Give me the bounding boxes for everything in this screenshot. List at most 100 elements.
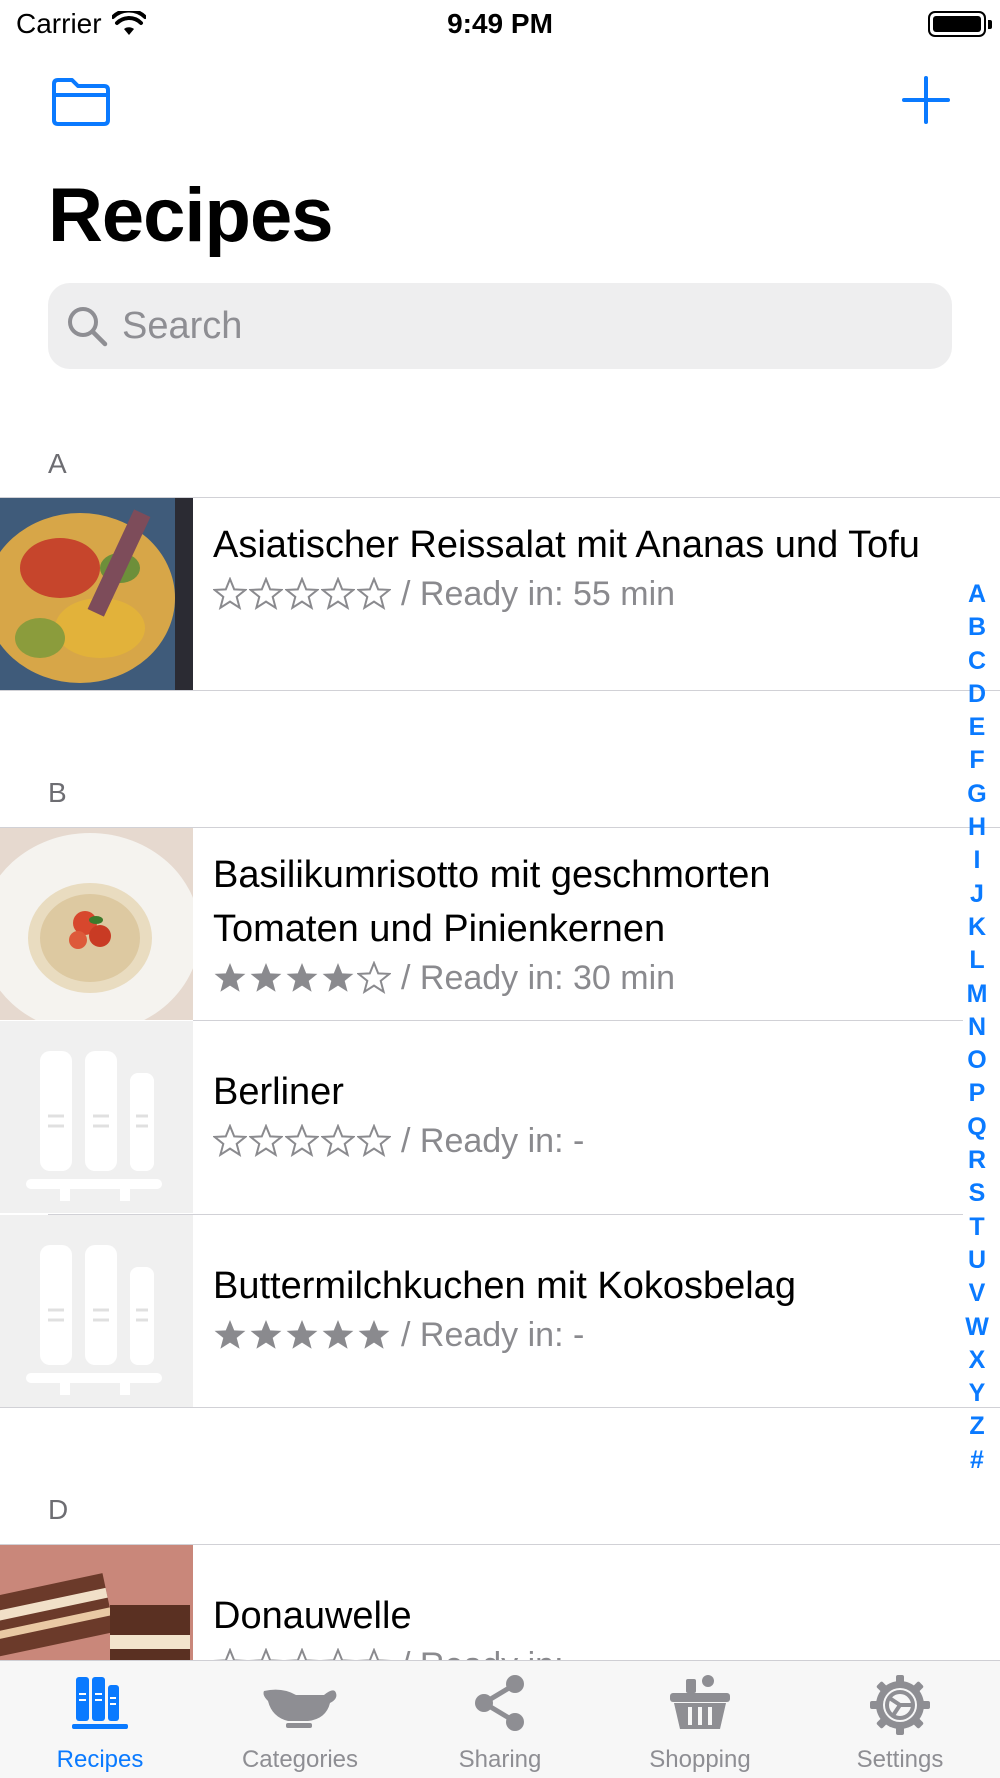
index-letter[interactable]: J	[970, 878, 984, 911]
star-filled-icon	[214, 963, 246, 992]
tab-bar: Recipes Categories Sharing Shopping Sett…	[0, 1660, 1000, 1778]
star-outline-icon	[357, 577, 391, 611]
search-placeholder: Search	[122, 304, 243, 347]
index-letter[interactable]: U	[968, 1244, 986, 1277]
recipe-row-buttermilchkuchen[interactable]: Buttermilchkuchen mit Kokosbelag / Ready…	[0, 1215, 1000, 1407]
tab-settings[interactable]: Settings	[800, 1661, 1000, 1778]
recipe-meta: / Ready in: 30 min	[213, 956, 920, 1000]
star-outline-icon	[213, 577, 247, 611]
index-letter[interactable]: D	[968, 678, 986, 711]
placeholder-books-icon	[0, 1215, 193, 1407]
recipe-meta: / Ready in: 55 min	[213, 572, 920, 616]
index-letter[interactable]: T	[969, 1211, 984, 1244]
index-letter[interactable]: I	[974, 844, 981, 877]
folder-icon	[52, 78, 110, 126]
tab-recipes[interactable]: Recipes	[0, 1661, 200, 1778]
star-outline-icon	[249, 1124, 283, 1158]
index-letter[interactable]: Q	[967, 1111, 986, 1144]
ready-time: / Ready in: -	[401, 1316, 585, 1354]
star-filled-icon	[250, 1320, 282, 1349]
index-letter[interactable]: Y	[969, 1377, 986, 1410]
folder-button[interactable]	[50, 76, 112, 128]
star-filled-icon	[214, 1320, 246, 1349]
share-icon	[475, 1675, 524, 1731]
index-letter[interactable]: N	[968, 1011, 986, 1044]
star-filled-icon	[286, 963, 318, 992]
index-letter[interactable]: B	[968, 611, 986, 644]
ready-time: / Ready in: -	[401, 1122, 585, 1160]
index-letter[interactable]: C	[968, 645, 986, 678]
index-letter[interactable]: F	[969, 744, 984, 777]
recipe-meta: / Ready in: -	[213, 1313, 920, 1357]
tab-shopping[interactable]: Shopping	[600, 1661, 800, 1778]
index-letter[interactable]: X	[969, 1344, 986, 1377]
section-header-a: A	[48, 448, 67, 479]
recipe-thumbnail	[0, 828, 193, 1020]
placeholder-books-icon	[0, 1021, 193, 1213]
index-letter[interactable]: W	[965, 1311, 989, 1344]
status-bar: Carrier 9:49 PM	[0, 0, 1000, 52]
rating-stars	[213, 961, 391, 995]
tab-label: Categories	[241, 1746, 359, 1773]
tab-categories[interactable]: Categories	[200, 1661, 400, 1778]
recipe-text: Asiatischer Reissalat mit Ananas und Tof…	[213, 518, 920, 616]
recipe-row-asiatischer-reissalat[interactable]: Asiatischer Reissalat mit Ananas und Tof…	[0, 498, 1000, 690]
index-letter[interactable]: R	[968, 1144, 986, 1177]
section-header-b: B	[48, 777, 67, 808]
recipe-title: Berliner	[213, 1071, 344, 1113]
index-letter[interactable]: O	[967, 1044, 986, 1077]
recipe-thumbnail	[0, 1021, 193, 1213]
recipe-title: Basilikumrisotto mit geschmorten Tomaten…	[213, 854, 771, 950]
index-letter[interactable]: S	[969, 1177, 986, 1210]
index-letter[interactable]: M	[967, 978, 988, 1011]
screen: Carrier 9:49 PM Recipes Search A Asiatis…	[0, 0, 1000, 1778]
section-header-d: D	[48, 1494, 69, 1525]
add-recipe-button[interactable]	[898, 72, 954, 128]
books-icon	[72, 1677, 128, 1729]
tab-label: Sharing	[458, 1746, 542, 1773]
recipe-text: Buttermilchkuchen mit Kokosbelag / Ready…	[213, 1259, 920, 1357]
star-filled-icon	[358, 1320, 390, 1349]
gravy-boat-icon	[263, 1689, 337, 1728]
search-field[interactable]: Search	[48, 283, 952, 369]
basket-icon	[670, 1675, 730, 1729]
tab-label: Shopping	[649, 1746, 751, 1773]
index-letter[interactable]: P	[969, 1077, 986, 1110]
star-outline-icon	[321, 1124, 355, 1158]
recipe-text: Berliner / Ready in: -	[213, 1065, 920, 1163]
tab-label: Settings	[856, 1746, 944, 1773]
index-letter[interactable]: H	[968, 811, 986, 844]
star-filled-icon	[322, 1320, 354, 1349]
star-outline-icon	[357, 1124, 391, 1158]
rating-stars	[213, 1318, 391, 1352]
recipe-row-berliner[interactable]: Berliner / Ready in: -	[0, 1021, 1000, 1213]
index-letter[interactable]: A	[968, 578, 986, 611]
separator	[0, 690, 1000, 691]
index-letter[interactable]: V	[969, 1277, 986, 1310]
index-letter[interactable]: K	[968, 911, 986, 944]
star-filled-icon	[250, 963, 282, 992]
separator	[0, 1407, 1000, 1408]
index-letter[interactable]: Z	[969, 1410, 984, 1443]
index-letter[interactable]: #	[970, 1444, 984, 1477]
recipe-row-basilikumrisotto[interactable]: Basilikumrisotto mit geschmorten Tomaten…	[0, 828, 1000, 1020]
index-letter[interactable]: E	[969, 711, 986, 744]
star-filled-icon	[322, 963, 354, 992]
section-index[interactable]: A B C D E F G H I J K L M N O P Q R S T U V W X Y Z #	[962, 578, 992, 1477]
star-outline-icon	[285, 577, 319, 611]
index-letter[interactable]: G	[967, 778, 986, 811]
star-outline-icon	[321, 577, 355, 611]
recipe-thumbnail	[0, 498, 193, 690]
search-icon	[68, 307, 108, 347]
index-letter[interactable]: L	[969, 944, 984, 977]
rating-stars	[213, 1124, 391, 1158]
gear-icon	[870, 1675, 930, 1735]
tab-sharing[interactable]: Sharing	[400, 1661, 600, 1778]
star-outline-icon	[213, 1124, 247, 1158]
battery-icon	[928, 11, 992, 37]
page-title: Recipes	[48, 173, 333, 258]
recipe-text: Basilikumrisotto mit geschmorten Tomaten…	[213, 848, 920, 1000]
tab-label: Recipes	[56, 1746, 144, 1773]
ready-time: / Ready in: 55 min	[401, 575, 676, 613]
plus-icon	[902, 76, 950, 124]
